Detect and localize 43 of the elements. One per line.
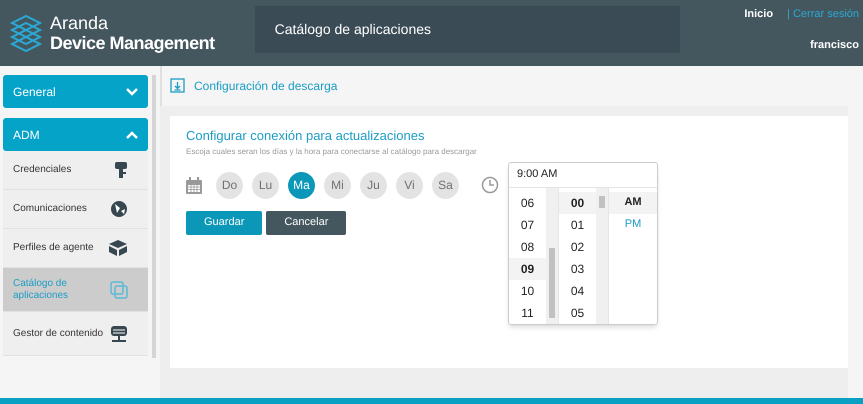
box-icon [108,239,128,257]
form-title: Configurar conexión para actualizaciones [186,127,426,145]
section-title: Configuración de descarga [194,78,338,95]
sidebar-item[interactable]: Gestor de contenido [3,312,148,356]
period-option[interactable]: AM [609,192,657,214]
hour-option[interactable]: 06 [509,192,546,214]
form-subtitle: Escoja cuales seran los días y la hora para conectarse al catálogo para descargar [186,146,478,158]
minute-option[interactable]: 05 [559,302,596,324]
scrollbar[interactable] [546,188,558,324]
scrollbar[interactable] [152,75,156,358]
sidebar-item[interactable]: Comunicaciones [3,190,148,229]
day-toggle[interactable]: Vi [396,172,423,198]
hour-option[interactable]: 10 [509,280,546,302]
minute-option[interactable]: 02 [559,236,596,258]
day-toggle[interactable]: Do [216,172,243,198]
clock-icon [481,176,499,194]
key-icon [114,161,128,179]
server-icon [110,324,128,342]
user-name: francisco [810,38,859,52]
globe-icon [110,200,128,218]
time-field[interactable]: 9:00 AM [509,162,657,188]
calendar-icon [186,176,202,194]
cancel-button[interactable]: Cancelar [266,210,346,234]
day-toggle[interactable]: Sa [432,172,459,198]
scrollbar[interactable] [596,188,608,324]
download-icon [170,78,186,94]
hour-option[interactable]: 11 [509,302,546,324]
brand-name: Aranda [50,13,110,33]
minute-option[interactable]: 00 [559,192,596,214]
hour-option[interactable]: 08 [509,236,546,258]
hour-option[interactable]: 07 [509,214,546,236]
minute-option[interactable]: 03 [559,258,596,280]
home-link[interactable]: Inicio [744,6,774,22]
page-title: Catálogo de aplicaciones [274,20,432,39]
hour-option[interactable]: 09 [509,258,546,280]
day-toggle[interactable]: Ju [360,172,387,198]
minute-option[interactable]: 04 [559,280,596,302]
windows-stack-icon [110,280,128,298]
sidebar-item[interactable]: Credenciales [3,151,148,190]
brand-product: Device Management [50,33,215,53]
minute-option[interactable]: 01 [559,214,596,236]
day-toggle[interactable]: Mi [324,172,351,198]
day-toggle[interactable]: Lu [252,172,279,198]
